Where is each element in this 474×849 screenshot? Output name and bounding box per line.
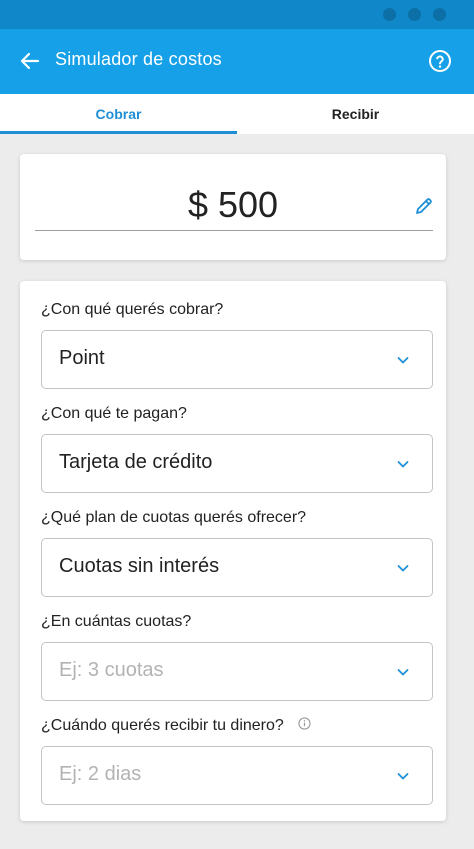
window-controls [383, 8, 446, 21]
select-placeholder: Ej: 3 cuotas [59, 659, 164, 681]
chevron-down-icon [396, 665, 410, 679]
chevron-down-icon [396, 457, 410, 471]
pencil-icon[interactable] [414, 196, 434, 216]
question-label: ¿Con qué te pagan? [41, 405, 187, 422]
tab-recibir[interactable]: Recibir [237, 94, 474, 134]
payment-method-select[interactable]: Point [41, 330, 433, 389]
pay-type-select[interactable]: Tarjeta de crédito [41, 434, 433, 493]
chevron-down-icon [396, 769, 410, 783]
chevron-down-icon [396, 561, 410, 575]
info-icon[interactable] [298, 717, 311, 735]
amount-underline [35, 230, 433, 231]
installments-select[interactable]: Ej: 3 cuotas [41, 642, 433, 701]
window-dot [433, 8, 446, 21]
app-bar: Simulador de costos [0, 29, 474, 94]
payout-time-select[interactable]: Ej: 2 dias [41, 746, 433, 805]
tab-bar: Cobrar Recibir [0, 94, 474, 134]
question-label: ¿Qué plan de cuotas querés ofrecer? [41, 509, 307, 526]
amount-input[interactable]: $ 500 [20, 184, 446, 226]
tab-cobrar[interactable]: Cobrar [0, 94, 237, 134]
window-dot [408, 8, 421, 21]
select-value: Point [59, 347, 105, 369]
question-label: ¿Con qué querés cobrar? [41, 301, 224, 318]
chevron-down-icon [396, 353, 410, 367]
question-label: ¿Cuándo querés recibir tu dinero? [41, 717, 284, 735]
simulation-form: ¿Con qué querés cobrar? Point ¿Con qué t… [20, 281, 446, 821]
page-title: Simulador de costos [55, 49, 222, 69]
select-value: Cuotas sin interés [59, 555, 220, 577]
window-dot [383, 8, 396, 21]
arrow-left-icon[interactable] [18, 49, 42, 73]
amount-card: $ 500 [20, 154, 446, 260]
select-value: Tarjeta de crédito [59, 451, 213, 473]
select-placeholder: Ej: 2 dias [59, 763, 142, 785]
help-circle-icon[interactable] [428, 49, 452, 73]
status-bar [0, 0, 474, 29]
question-label-row: ¿Cuándo querés recibir tu dinero? [41, 717, 311, 735]
installment-plan-select[interactable]: Cuotas sin interés [41, 538, 433, 597]
question-label: ¿En cuántas cuotas? [41, 613, 192, 630]
